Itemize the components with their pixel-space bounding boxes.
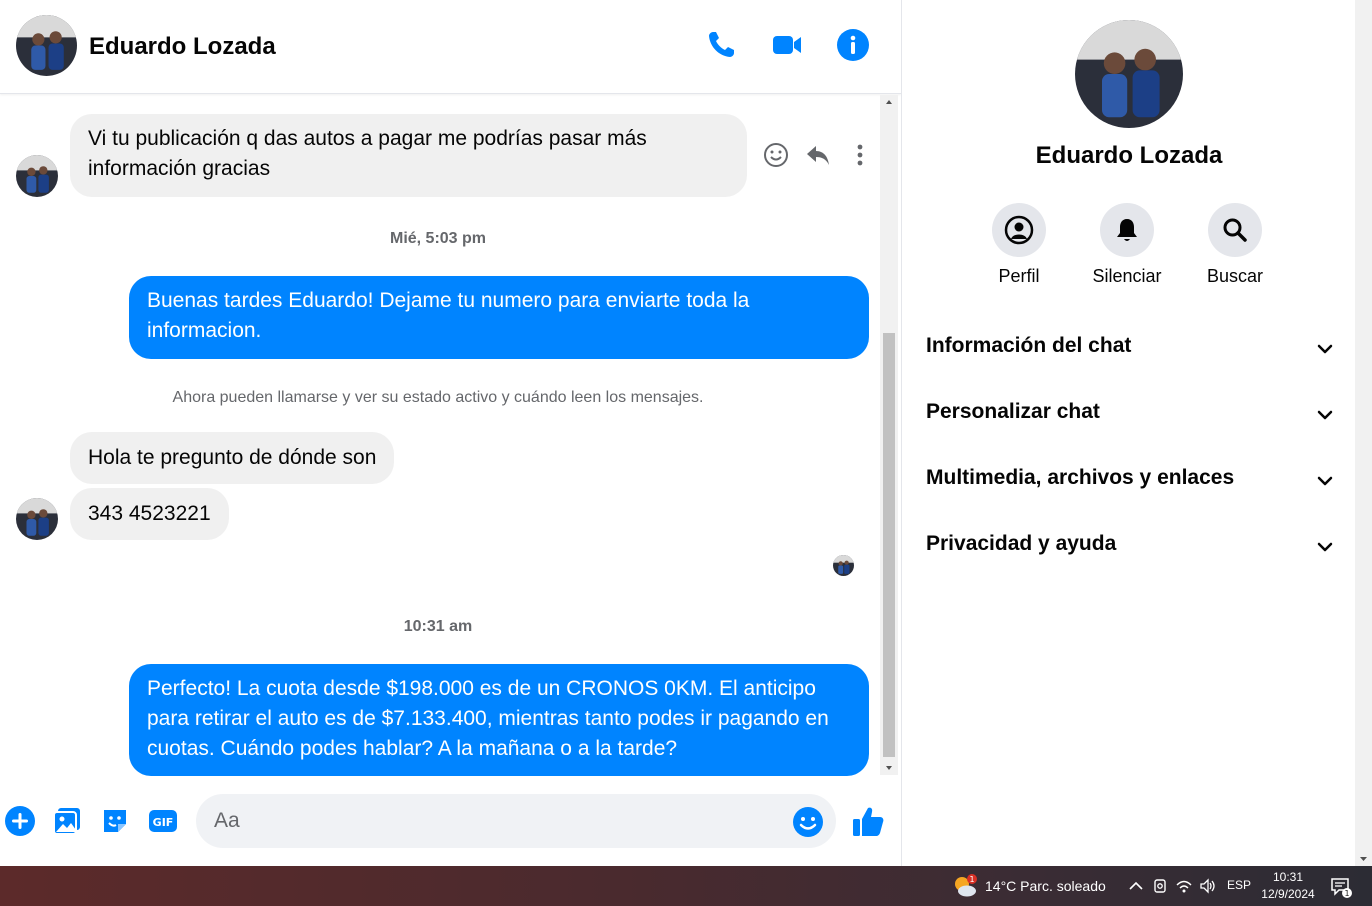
- section-title: Privacidad y ayuda: [926, 532, 1117, 555]
- profile-avatar[interactable]: [1075, 20, 1183, 128]
- chevron-down-icon: [1314, 470, 1336, 492]
- chat-notice: Ahora pueden llamarse y ver su estado ac…: [172, 389, 704, 406]
- chat-pane: Eduardo Lozada Vi tu publicación q das a…: [0, 0, 901, 866]
- svg-text:GIF: GIF: [153, 816, 174, 829]
- outgoing-message[interactable]: Perfecto! La cuota desde $198.000 es de …: [129, 664, 869, 776]
- clock-date[interactable]: 12/9/2024: [1258, 887, 1318, 901]
- chat-header: Eduardo Lozada: [0, 0, 901, 94]
- search-icon: [1208, 203, 1262, 257]
- weather-sun-cloud-icon[interactable]: 1: [952, 873, 978, 899]
- bell-icon: [1100, 203, 1154, 257]
- chat-info-panel: Eduardo Lozada Perfil Silenciar Buscar I…: [901, 0, 1372, 866]
- outgoing-message[interactable]: Buenas tardes Eduardo! Dejame tu numero …: [129, 276, 869, 359]
- scroll-up-arrow-icon[interactable]: [880, 95, 898, 109]
- contact-avatar[interactable]: [16, 15, 77, 76]
- sticker-icon[interactable]: [98, 804, 132, 838]
- message-list[interactable]: Vi tu publicación q das autos a pagar me…: [0, 95, 880, 776]
- incoming-message[interactable]: 343 4523221: [70, 488, 229, 540]
- section-title: Multimedia, archivos y enlaces: [926, 466, 1235, 489]
- section-title: Información del chat: [926, 334, 1132, 357]
- reply-icon[interactable]: [804, 141, 832, 169]
- timestamp: Mié, 5:03 pm: [389, 230, 487, 247]
- profile-name: Eduardo Lozada: [1035, 142, 1223, 169]
- more-options-icon[interactable]: [846, 141, 874, 169]
- seen-receipt-avatar: [833, 555, 854, 576]
- search-button[interactable]: Buscar: [1180, 203, 1290, 287]
- search-label: Buscar: [1206, 266, 1264, 286]
- info-icon[interactable]: [835, 27, 871, 63]
- section-media-files-links[interactable]: Multimedia, archivos y enlaces: [926, 460, 1336, 500]
- mute-button[interactable]: Silenciar: [1072, 203, 1182, 287]
- notification-center-icon[interactable]: 1: [1329, 875, 1353, 899]
- section-title: Personalizar chat: [926, 400, 1100, 423]
- wifi-icon[interactable]: [1175, 877, 1193, 895]
- panel-scrollbar[interactable]: [1355, 0, 1372, 866]
- message-scrollbar[interactable]: [880, 95, 898, 775]
- clock-time[interactable]: 10:31: [1262, 870, 1314, 884]
- messenger-app: Eduardo Lozada Vi tu publicación q das a…: [0, 0, 1372, 906]
- section-chat-info[interactable]: Información del chat: [926, 328, 1336, 368]
- notification-count: 1: [1344, 889, 1349, 898]
- contact-name[interactable]: Eduardo Lozada: [89, 33, 276, 61]
- user-circle-icon: [992, 203, 1046, 257]
- plus-circle-icon[interactable]: [3, 804, 37, 838]
- chevron-down-icon: [1314, 536, 1336, 558]
- chevron-down-icon: [1314, 404, 1336, 426]
- section-privacy-help[interactable]: Privacidad y ayuda: [926, 526, 1336, 566]
- mute-label: Silenciar: [1092, 266, 1162, 286]
- chevron-up-icon[interactable]: [1127, 877, 1145, 895]
- contact-avatar-small[interactable]: [16, 498, 58, 540]
- incoming-message[interactable]: Hola te pregunto de dónde son: [70, 432, 395, 484]
- scroll-down-arrow-icon[interactable]: [1355, 852, 1372, 866]
- photo-gallery-icon[interactable]: [50, 804, 84, 838]
- video-camera-icon[interactable]: [769, 27, 805, 63]
- contact-avatar-small[interactable]: [16, 155, 58, 197]
- message-input[interactable]: [196, 794, 836, 848]
- phone-icon[interactable]: [703, 27, 739, 63]
- windows-taskbar: 1 14°C Parc. soleado ESP 10:31 12/9/2024…: [0, 866, 1372, 906]
- language-indicator[interactable]: ESP: [1227, 878, 1251, 892]
- chevron-down-icon: [1314, 338, 1336, 360]
- weather-badge: 1: [969, 875, 974, 884]
- section-customize-chat[interactable]: Personalizar chat: [926, 394, 1336, 434]
- profile-label: Perfil: [998, 266, 1040, 286]
- emoji-icon[interactable]: [792, 806, 824, 838]
- camera-status-icon[interactable]: [1151, 877, 1169, 895]
- gif-icon[interactable]: GIF: [146, 804, 180, 838]
- scrollbar-thumb[interactable]: [883, 333, 895, 757]
- react-emoji-icon[interactable]: [762, 141, 790, 169]
- weather-text[interactable]: 14°C Parc. soleado: [985, 878, 1106, 894]
- profile-button[interactable]: Perfil: [964, 203, 1074, 287]
- message-composer: GIF: [0, 776, 901, 866]
- scroll-down-arrow-icon[interactable]: [880, 761, 898, 775]
- timestamp: 10:31 am: [403, 618, 473, 635]
- thumbs-up-icon[interactable]: [850, 804, 886, 840]
- speaker-icon[interactable]: [1199, 877, 1217, 895]
- incoming-message[interactable]: Vi tu publicación q das autos a pagar me…: [70, 114, 747, 197]
